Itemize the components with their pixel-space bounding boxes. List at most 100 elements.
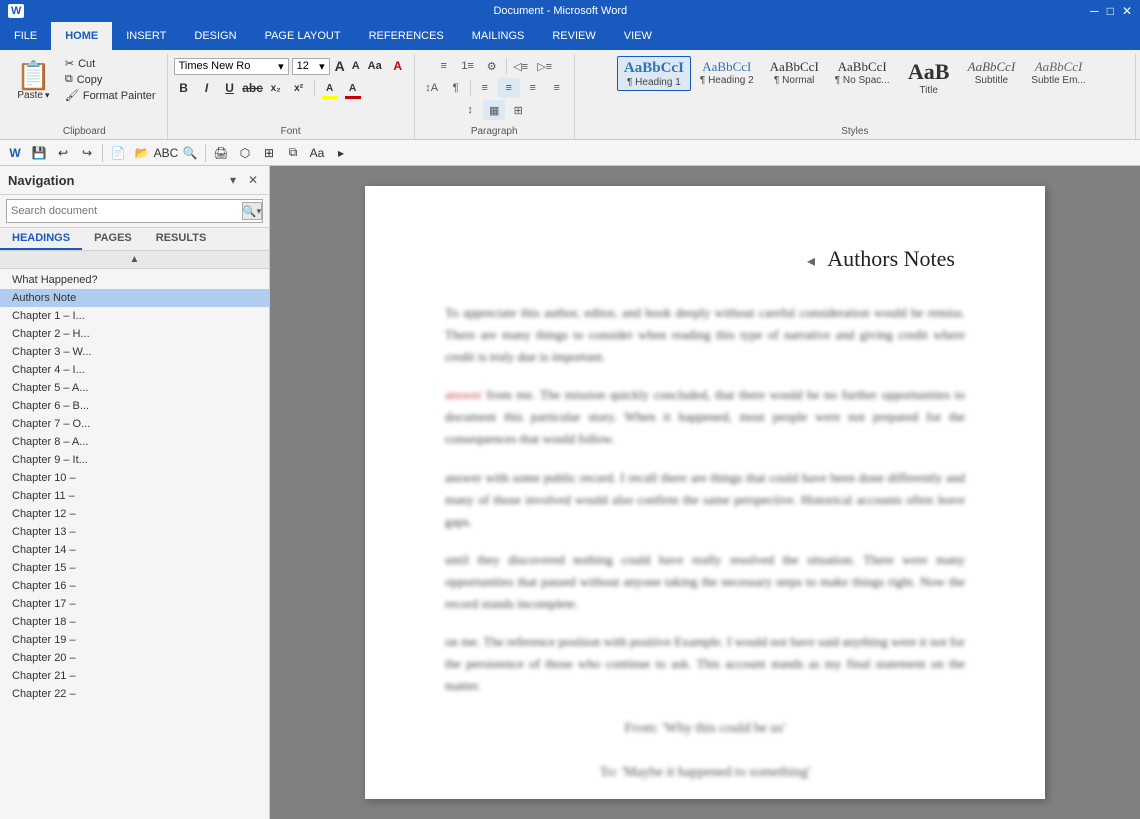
multilevel-button[interactable]: ⚙ xyxy=(481,56,503,76)
spell-check-button[interactable]: ABC xyxy=(155,142,177,164)
nav-item-ch2[interactable]: Chapter 2 – H... xyxy=(0,325,269,343)
nav-tab-headings[interactable]: HEADINGS xyxy=(0,228,82,250)
nav-item-ch4[interactable]: Chapter 4 – I... xyxy=(0,361,269,379)
nav-item-ch6[interactable]: Chapter 6 – B... xyxy=(0,397,269,415)
nav-item-ch18[interactable]: Chapter 18 – xyxy=(0,613,269,631)
shape-button[interactable]: ⬡ xyxy=(234,142,256,164)
search-dropdown-arrow[interactable]: ▾ xyxy=(257,206,262,217)
font-shrink-button[interactable]: A xyxy=(350,60,362,72)
nav-scroll-up-button[interactable]: ▲ xyxy=(0,251,269,269)
tab-insert[interactable]: INSERT xyxy=(112,22,180,50)
font-grow-button[interactable]: A xyxy=(333,58,347,74)
tab-file[interactable]: FILE xyxy=(0,22,51,50)
font-name-selector[interactable]: Times New Ro ▾ xyxy=(174,58,289,75)
nav-item-ch14[interactable]: Chapter 14 – xyxy=(0,541,269,559)
nav-item-ch13[interactable]: Chapter 13 – xyxy=(0,523,269,541)
cut-button[interactable]: ✂ Cut xyxy=(62,56,159,71)
nav-item-ch7[interactable]: Chapter 7 – O... xyxy=(0,415,269,433)
nav-item-ch1[interactable]: Chapter 1 – I... xyxy=(0,307,269,325)
align-left-button[interactable]: ≡ xyxy=(474,78,496,98)
italic-button[interactable]: I xyxy=(197,78,217,98)
style-subtle-em[interactable]: AaBbCcI Subtle Em... xyxy=(1024,56,1092,89)
tab-mailings[interactable]: MAILINGS xyxy=(458,22,539,50)
sort-button[interactable]: ↕A xyxy=(421,78,443,98)
nav-item-ch12[interactable]: Chapter 12 – xyxy=(0,505,269,523)
nav-item-ch9[interactable]: Chapter 9 – It... xyxy=(0,451,269,469)
nav-min-button[interactable]: ▾ xyxy=(225,172,241,188)
text-highlight-button[interactable]: A xyxy=(320,78,340,98)
tab-home[interactable]: HOME xyxy=(51,22,112,50)
search-input[interactable] xyxy=(11,205,242,217)
format-painter-button[interactable]: 🖌 Format Painter xyxy=(62,88,159,103)
nav-item-ch19[interactable]: Chapter 19 – xyxy=(0,631,269,649)
nav-item-ch20[interactable]: Chapter 20 – xyxy=(0,649,269,667)
redo-button[interactable]: ↪ xyxy=(76,142,98,164)
line-spacing-button[interactable]: ↕ xyxy=(459,100,481,120)
align-right-button[interactable]: ≡ xyxy=(522,78,544,98)
more-btn[interactable]: ▸ xyxy=(330,142,352,164)
nav-item-ch16[interactable]: Chapter 16 – xyxy=(0,577,269,595)
font-size-selector[interactable]: 12 ▾ xyxy=(292,58,330,75)
open-button[interactable]: 📂 xyxy=(131,142,153,164)
copy-button[interactable]: ⧉ Copy xyxy=(62,72,159,87)
tab-view[interactable]: VIEW xyxy=(610,22,666,50)
nav-item-ch21[interactable]: Chapter 21 – xyxy=(0,667,269,685)
nav-tab-results[interactable]: RESULTS xyxy=(144,228,219,250)
document-content[interactable]: To appreciate this author, editor, and b… xyxy=(445,302,965,785)
minimize-btn[interactable]: ─ xyxy=(1090,4,1099,18)
nav-close-button[interactable]: ✕ xyxy=(245,172,261,188)
borders-button[interactable]: ⊞ xyxy=(507,100,529,120)
maximize-btn[interactable]: □ xyxy=(1107,4,1114,18)
shading-button[interactable]: ▦ xyxy=(483,100,505,120)
nav-item-ch3[interactable]: Chapter 3 – W... xyxy=(0,343,269,361)
clear-format-button[interactable]: Aa xyxy=(365,56,385,76)
bullets-button[interactable]: ≡ xyxy=(433,56,455,76)
nav-item-ch22[interactable]: Chapter 22 – xyxy=(0,685,269,703)
text-effects-button[interactable]: A xyxy=(388,56,408,76)
tab-design[interactable]: DESIGN xyxy=(180,22,250,50)
nav-item-ch8[interactable]: Chapter 8 – A... xyxy=(0,433,269,451)
subscript-button[interactable]: x₂ xyxy=(266,78,286,98)
style-heading1[interactable]: AaBbCcI ¶ Heading 1 xyxy=(617,56,691,91)
superscript-button[interactable]: x² xyxy=(289,78,309,98)
font-color-button[interactable]: A xyxy=(343,78,363,98)
decrease-indent-button[interactable]: ◁≡ xyxy=(510,56,532,76)
table-button[interactable]: ⊞ xyxy=(258,142,280,164)
nav-item-ch5[interactable]: Chapter 5 – A... xyxy=(0,379,269,397)
search-button[interactable]: 🔍 xyxy=(179,142,201,164)
tab-page-layout[interactable]: PAGE LAYOUT xyxy=(251,22,355,50)
search-execute-button[interactable]: 🔍 ▾ xyxy=(242,202,262,220)
print-button[interactable]: 🖨 xyxy=(210,142,232,164)
nav-item-authors-note[interactable]: Authors Note xyxy=(0,289,269,307)
nav-item-what-happened[interactable]: What Happened? xyxy=(0,271,269,289)
numbering-button[interactable]: 1≡ xyxy=(457,56,479,76)
undo-button[interactable]: ↩ xyxy=(52,142,74,164)
style-no-spacing[interactable]: AaBbCcI ¶ No Spac... xyxy=(828,56,897,89)
nav-tab-pages[interactable]: PAGES xyxy=(82,228,144,250)
columns-button[interactable]: ⧉ xyxy=(282,142,304,164)
strikethrough-button[interactable]: abc xyxy=(243,78,263,98)
nav-item-ch17[interactable]: Chapter 17 – xyxy=(0,595,269,613)
style-btn2[interactable]: Aa xyxy=(306,142,328,164)
underline-button[interactable]: U xyxy=(220,78,240,98)
nav-items-list: What Happened? Authors Note Chapter 1 – … xyxy=(0,269,269,819)
tab-references[interactable]: REFERENCES xyxy=(355,22,458,50)
style-normal[interactable]: AaBbCcI ¶ Normal xyxy=(763,56,826,89)
style-subtitle[interactable]: AaBbCcI Subtitle xyxy=(961,56,1023,89)
close-btn[interactable]: ✕ xyxy=(1122,4,1132,18)
style-title[interactable]: AaB Title xyxy=(899,56,959,99)
bold-button[interactable]: B xyxy=(174,78,194,98)
show-para-button[interactable]: ¶ xyxy=(445,78,467,98)
increase-indent-button[interactable]: ▷≡ xyxy=(534,56,556,76)
justify-button[interactable]: ≡ xyxy=(546,78,568,98)
new-button[interactable]: 📄 xyxy=(107,142,129,164)
tab-review[interactable]: REVIEW xyxy=(538,22,609,50)
nav-item-ch15[interactable]: Chapter 15 – xyxy=(0,559,269,577)
nav-item-ch11[interactable]: Chapter 11 – xyxy=(0,487,269,505)
align-center-button[interactable]: ≡ xyxy=(498,78,520,98)
save-button[interactable]: 💾 xyxy=(28,142,50,164)
style-heading2[interactable]: AaBbCcI ¶ Heading 2 xyxy=(693,56,761,89)
document-page[interactable]: ◂ Authors Notes To appreciate this autho… xyxy=(365,186,1045,799)
paste-button[interactable]: 📋 Paste ▾ xyxy=(10,56,57,103)
nav-item-ch10[interactable]: Chapter 10 – xyxy=(0,469,269,487)
